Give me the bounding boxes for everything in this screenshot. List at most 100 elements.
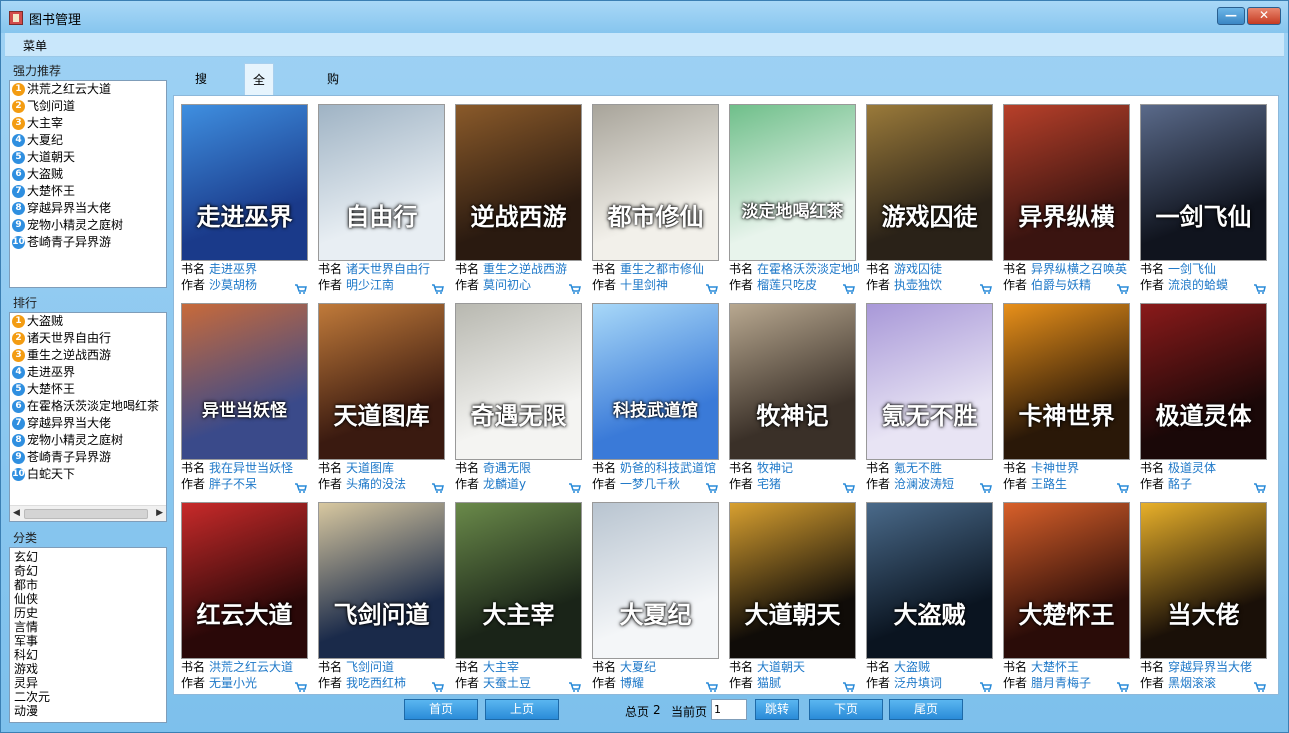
- book-name-link[interactable]: 大楚怀王: [1031, 660, 1079, 674]
- book-cover[interactable]: 科技武道馆: [592, 303, 719, 460]
- category-item[interactable]: 灵异: [10, 676, 166, 690]
- book-name-link[interactable]: 重生之都市修仙: [620, 262, 704, 276]
- scroll-thumb[interactable]: [24, 509, 148, 519]
- recommend-item[interactable]: 10 苍崎青子异界游: [10, 234, 166, 251]
- book-cover[interactable]: 一剑飞仙: [1140, 104, 1267, 261]
- book-name-link[interactable]: 大夏纪: [620, 660, 656, 674]
- book-name-link[interactable]: 一剑飞仙: [1168, 262, 1216, 276]
- book-cover[interactable]: 奇遇无限: [455, 303, 582, 460]
- cart-icon[interactable]: [1254, 482, 1266, 493]
- book-author-link[interactable]: 泛舟填词: [894, 676, 942, 690]
- ranking-list[interactable]: 1 大盗贼 2 诸天世界自由行 3 重生之逆战西游 4 走进巫界 5 大楚怀王 6 在霍格沃茨淡定地喝…: [9, 312, 167, 522]
- book-cover[interactable]: 卡神世界: [1003, 303, 1130, 460]
- last-page-button[interactable]: 尾页: [889, 699, 963, 720]
- recommend-item[interactable]: 4 大夏纪: [10, 132, 166, 149]
- book-card[interactable]: 一剑飞仙 书名 一剑飞仙 作者 流浪的蛤蟆: [1137, 100, 1270, 295]
- recommend-list[interactable]: 1 洪荒之红云大道 2 飞剑问道 3 大主宰 4 大夏纪 5 大道朝天 6 大盗贼 7 大楚怀王 8 穿越异界…: [9, 80, 167, 288]
- book-card[interactable]: 淡定地喝红茶书名在霍格沃茨淡定地喝红茶作者榴莲只吃皮: [726, 100, 859, 295]
- tab-all-works[interactable]: 全部作品: [244, 63, 275, 183]
- category-item[interactable]: 都市: [10, 578, 166, 592]
- recommend-item[interactable]: 3 大主宰: [10, 115, 166, 132]
- recommend-item[interactable]: 1 洪荒之红云大道: [10, 81, 166, 98]
- category-item[interactable]: 游戏: [10, 662, 166, 676]
- book-name-link[interactable]: 洪荒之红云大道: [209, 660, 293, 674]
- book-cover[interactable]: 大盗贼: [866, 502, 993, 659]
- book-card[interactable]: 走进巫界 书名 走进巫界 作者 沙莫胡杨: [178, 100, 311, 295]
- book-name-link[interactable]: 我在异世当妖怪: [209, 461, 293, 475]
- book-name-link[interactable]: 天道图库: [346, 461, 394, 475]
- book-cover[interactable]: 大主宰: [455, 502, 582, 659]
- category-item[interactable]: 二次元: [10, 690, 166, 704]
- ranking-item[interactable]: 6 在霍格沃茨淡定地喝红茶: [10, 398, 166, 415]
- book-author-link[interactable]: 胖子不呆: [209, 477, 257, 491]
- scroll-right-icon[interactable]: ▶: [156, 508, 163, 518]
- cart-icon[interactable]: [843, 283, 855, 294]
- book-name-link[interactable]: 异界纵横之召唤英: [1031, 262, 1127, 276]
- cart-icon[interactable]: [295, 283, 307, 294]
- category-item[interactable]: 军事: [10, 634, 166, 648]
- book-cover[interactable]: 当大佬: [1140, 502, 1267, 659]
- book-name-link[interactable]: 穿越异界当大佬: [1168, 660, 1252, 674]
- book-cover[interactable]: 氪无不胜: [866, 303, 993, 460]
- book-name-link[interactable]: 走进巫界: [209, 262, 257, 276]
- book-card[interactable]: 逆战西游 书名 重生之逆战西游 作者 莫问初心: [452, 100, 585, 295]
- book-cover[interactable]: 牧神记: [729, 303, 856, 460]
- book-cover[interactable]: 逆战西游: [455, 104, 582, 261]
- book-name-link[interactable]: 游戏囚徒: [894, 262, 942, 276]
- book-cover[interactable]: 游戏囚徒: [866, 104, 993, 261]
- book-name-link[interactable]: 奶爸的科技武道馆: [620, 461, 716, 475]
- book-author-link[interactable]: 伯爵与妖精: [1031, 278, 1091, 292]
- current-page-input[interactable]: [711, 699, 747, 720]
- cart-icon[interactable]: [980, 283, 992, 294]
- category-item[interactable]: 仙侠: [10, 592, 166, 606]
- next-page-button[interactable]: 下页: [809, 699, 883, 720]
- category-list[interactable]: 玄幻 奇幻 都市 仙侠 历史 言情 军事 科幻 游戏 灵异 二次元 动漫: [9, 547, 167, 723]
- cart-icon[interactable]: [706, 681, 718, 692]
- prev-page-button[interactable]: 上页: [485, 699, 559, 720]
- title-bar[interactable]: 图书管理 — ✕: [1, 1, 1288, 33]
- book-name-link[interactable]: 牧神记: [757, 461, 793, 475]
- category-item[interactable]: 奇幻: [10, 564, 166, 578]
- book-card[interactable]: 异世当妖怪 书名 我在异世当妖怪 作者 胖子不呆: [178, 299, 311, 494]
- book-card[interactable]: 红云大道 书名 洪荒之红云大道 作者 无量小光: [178, 498, 311, 693]
- cart-icon[interactable]: [432, 482, 444, 493]
- book-card[interactable]: 奇遇无限 书名 奇遇无限 作者 龙麟道y: [452, 299, 585, 494]
- book-author-link[interactable]: 执壶独饮: [894, 278, 942, 292]
- ranking-hscrollbar[interactable]: ◀ ▶: [10, 505, 166, 521]
- book-card[interactable]: 极道灵体 书名 极道灵体 作者 酩子: [1137, 299, 1270, 494]
- cart-icon[interactable]: [569, 283, 581, 294]
- ranking-item[interactable]: 4 走进巫界: [10, 364, 166, 381]
- category-item[interactable]: 玄幻: [10, 550, 166, 564]
- book-name-link[interactable]: 大道朝天: [757, 660, 805, 674]
- book-author-link[interactable]: 我吃西红柿: [346, 676, 406, 690]
- book-cover[interactable]: 异世当妖怪: [181, 303, 308, 460]
- cart-icon[interactable]: [1254, 681, 1266, 692]
- book-cover[interactable]: 大楚怀王: [1003, 502, 1130, 659]
- menu-item-main[interactable]: 菜单: [23, 37, 47, 54]
- cart-icon[interactable]: [432, 681, 444, 692]
- close-button[interactable]: ✕: [1247, 7, 1281, 25]
- book-cover[interactable]: 大夏纪: [592, 502, 719, 659]
- book-author-link[interactable]: 黑烟滚滚: [1168, 676, 1216, 690]
- book-card[interactable]: 游戏囚徒 书名 游戏囚徒 作者 执壶独饮: [863, 100, 996, 295]
- book-cover[interactable]: 走进巫界: [181, 104, 308, 261]
- book-author-link[interactable]: 腊月青梅子: [1031, 676, 1091, 690]
- minimize-button[interactable]: —: [1217, 7, 1245, 25]
- book-cover[interactable]: 自由行: [318, 104, 445, 261]
- tab-search[interactable]: 搜索: [187, 63, 215, 118]
- book-author-link[interactable]: 宅猪: [757, 477, 781, 491]
- book-author-link[interactable]: 流浪的蛤蟆: [1168, 278, 1228, 292]
- book-card[interactable]: 科技武道馆 书名 奶爸的科技武道馆 作者 一梦几千秋: [589, 299, 722, 494]
- ranking-item[interactable]: 3 重生之逆战西游: [10, 347, 166, 364]
- category-item[interactable]: 科幻: [10, 648, 166, 662]
- ranking-item[interactable]: 5 大楚怀王: [10, 381, 166, 398]
- book-author-link[interactable]: 十里剑神: [620, 278, 668, 292]
- ranking-item[interactable]: 2 诸天世界自由行: [10, 330, 166, 347]
- book-name-link[interactable]: 在霍格沃茨淡定地喝红茶: [757, 262, 859, 276]
- book-card[interactable]: 大夏纪 书名 大夏纪 作者 博耀: [589, 498, 722, 693]
- book-name-link[interactable]: 奇遇无限: [483, 461, 531, 475]
- book-card[interactable]: 自由行 书名 诸天世界自由行 作者 明少江南: [315, 100, 448, 295]
- book-card[interactable]: 大道朝天 书名 大道朝天 作者 猫腻: [726, 498, 859, 693]
- book-name-link[interactable]: 诸天世界自由行: [346, 262, 430, 276]
- category-item[interactable]: 动漫: [10, 704, 166, 718]
